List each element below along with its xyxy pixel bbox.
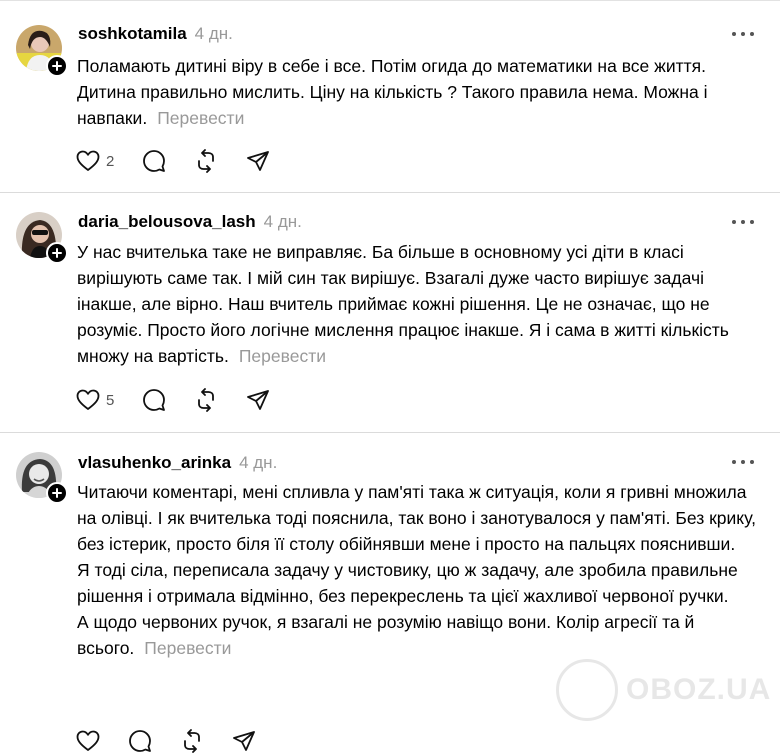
comment-icon bbox=[143, 150, 166, 172]
repost-icon bbox=[198, 388, 215, 412]
avatar[interactable] bbox=[16, 25, 68, 77]
post-body: Читаючи коментарі, мені спливла у пам'ят… bbox=[77, 479, 767, 661]
share-button[interactable] bbox=[246, 388, 270, 412]
send-icon bbox=[233, 731, 255, 751]
heart-icon bbox=[76, 389, 100, 410]
post-actions bbox=[76, 729, 284, 753]
more-options-icon[interactable] bbox=[732, 457, 754, 467]
avatar[interactable] bbox=[16, 452, 68, 504]
watermark-logo: OBOZ.UA bbox=[556, 655, 776, 725]
follow-plus-icon[interactable] bbox=[46, 55, 68, 77]
post-body: У нас вчителька таке не виправляє. Ба бі… bbox=[77, 239, 767, 369]
repost-button[interactable] bbox=[194, 149, 218, 173]
repost-icon bbox=[184, 729, 200, 753]
username-link[interactable]: daria_belousova_lash bbox=[78, 212, 256, 231]
comment-button[interactable] bbox=[128, 729, 152, 753]
like-count: 5 bbox=[106, 391, 115, 409]
more-options-icon[interactable] bbox=[732, 29, 754, 39]
like-button[interactable]: 5 bbox=[76, 389, 114, 411]
post-paragraph: Я тоді сіла, переписала задачу у чистови… bbox=[77, 560, 738, 606]
comment-button[interactable] bbox=[142, 388, 166, 412]
more-options-icon[interactable] bbox=[732, 217, 754, 227]
follow-plus-icon[interactable] bbox=[46, 482, 68, 504]
post-time: 4 дн. bbox=[239, 453, 278, 472]
comment-icon bbox=[143, 389, 166, 411]
username-link[interactable]: vlasuhenko_arinka bbox=[78, 453, 231, 472]
translate-link[interactable]: Перевести bbox=[239, 346, 326, 366]
post-paragraph: У нас вчителька таке не виправляє. Ба бі… bbox=[77, 242, 729, 366]
share-button[interactable] bbox=[246, 149, 270, 173]
post: soshkotamila 4 дн. Поламають дитині віру … bbox=[0, 0, 780, 192]
like-count: 2 bbox=[106, 152, 115, 170]
send-icon bbox=[247, 151, 270, 171]
repost-button[interactable] bbox=[180, 729, 204, 753]
send-icon bbox=[247, 390, 270, 410]
username-link[interactable]: soshkotamila bbox=[78, 24, 187, 43]
post-header: soshkotamila 4 дн. bbox=[78, 24, 233, 44]
post-time: 4 дн. bbox=[194, 24, 233, 43]
comment-icon bbox=[129, 730, 151, 752]
avatar[interactable] bbox=[16, 212, 68, 264]
post: daria_belousova_lash 4 дн. У нас вчительк… bbox=[0, 193, 780, 431]
repost-icon bbox=[198, 149, 215, 173]
post-paragraph: Читаючи коментарі, мені спливла у пам'ят… bbox=[77, 482, 756, 554]
repost-button[interactable] bbox=[194, 388, 218, 412]
post-actions: 5 bbox=[76, 388, 298, 412]
translate-link[interactable]: Перевести bbox=[157, 108, 244, 128]
post-header: vlasuhenko_arinka 4 дн. bbox=[78, 453, 277, 473]
post-body: Поламають дитині віру в себе і все. Поті… bbox=[77, 53, 767, 131]
post-paragraph: Поламають дитині віру в себе і все. Поті… bbox=[77, 56, 708, 128]
share-button[interactable] bbox=[232, 729, 256, 753]
watermark-circle bbox=[556, 659, 618, 721]
comment-button[interactable] bbox=[142, 149, 166, 173]
heart-icon bbox=[76, 150, 100, 171]
like-button[interactable] bbox=[76, 730, 100, 752]
post-time: 4 дн. bbox=[263, 212, 302, 231]
post-actions: 2 bbox=[76, 149, 298, 173]
post-paragraph: А щодо червоних ручок, я взагалі не розу… bbox=[77, 612, 695, 658]
like-button[interactable]: 2 bbox=[76, 150, 114, 172]
follow-plus-icon[interactable] bbox=[46, 242, 68, 264]
watermark-text: OBOZ.UA bbox=[626, 673, 772, 706]
post-header: daria_belousova_lash 4 дн. bbox=[78, 212, 302, 232]
translate-link[interactable]: Перевести bbox=[144, 638, 231, 658]
heart-icon bbox=[76, 730, 100, 751]
